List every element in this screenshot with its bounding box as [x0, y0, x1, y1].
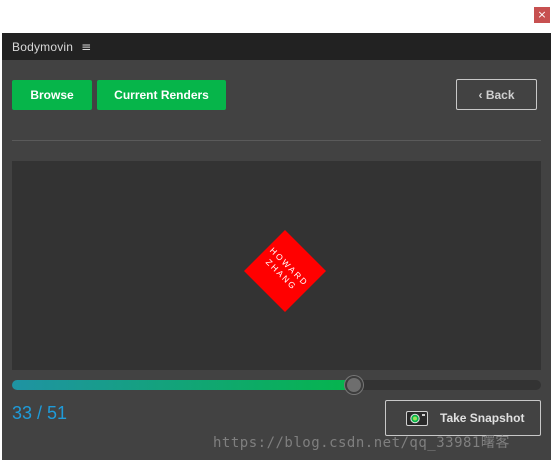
- timeline-progress-fill: [12, 380, 354, 390]
- hamburger-menu-icon[interactable]: ≡: [81, 40, 91, 54]
- panel-header: Bodymovin ≡: [2, 33, 551, 60]
- watermark-text: https://blog.csdn.net/qq_33981曙客: [213, 435, 510, 451]
- timeline-slider[interactable]: [12, 376, 541, 394]
- take-snapshot-label: Take Snapshot: [440, 411, 525, 425]
- divider: [12, 140, 541, 141]
- panel-title: Bodymovin: [12, 39, 74, 54]
- current-renders-button[interactable]: Current Renders: [97, 80, 226, 110]
- animation-preview: HOWARD ZHANG: [12, 161, 541, 370]
- window-close-button[interactable]: ×: [534, 7, 550, 23]
- camera-icon: [406, 410, 428, 426]
- browse-button[interactable]: Browse: [12, 80, 92, 110]
- timeline-thumb[interactable]: [345, 376, 363, 394]
- bodymovin-panel: Bodymovin ≡ Browse Current Renders ‹ Bac…: [2, 33, 551, 460]
- take-snapshot-button[interactable]: Take Snapshot: [385, 400, 541, 436]
- frame-counter: 33 / 51: [12, 403, 68, 423]
- back-button[interactable]: ‹ Back: [456, 79, 537, 110]
- animated-shape: HOWARD ZHANG: [243, 229, 327, 313]
